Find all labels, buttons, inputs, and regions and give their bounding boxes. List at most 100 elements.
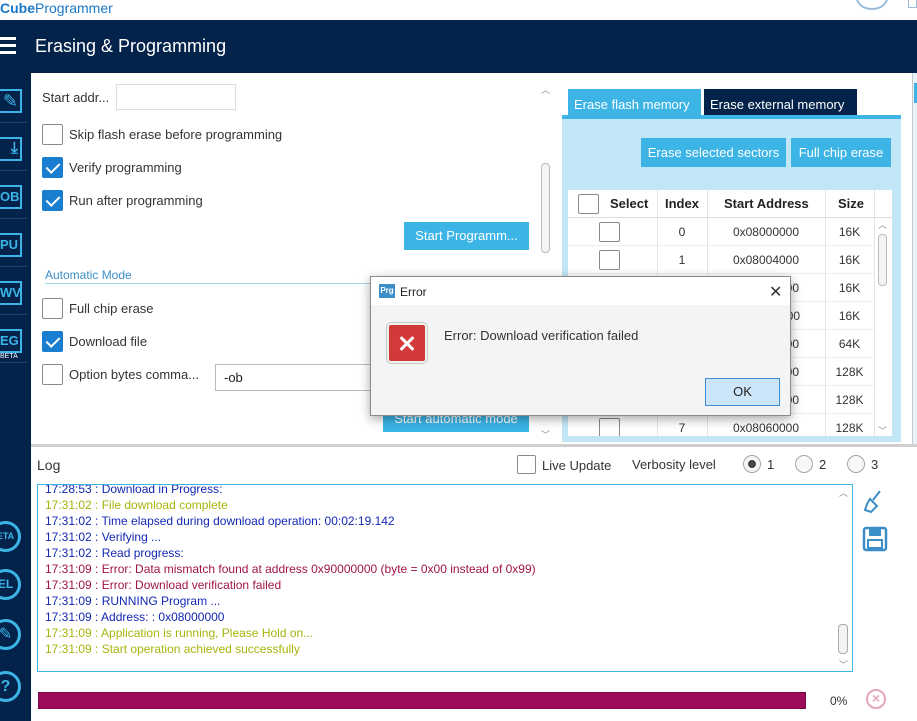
skip-erase-checkbox[interactable] [42, 123, 63, 145]
verify-checkbox[interactable] [42, 156, 63, 178]
save-log-icon[interactable] [862, 526, 888, 552]
verbosity-radio-3[interactable] [847, 455, 865, 473]
right-panel-edge [912, 73, 917, 446]
sidebar-item-registers[interactable]: EG BETA [0, 319, 27, 363]
dialog-title: Error [400, 285, 427, 299]
error-message: Error: Download verification failed [444, 328, 639, 343]
ok-button[interactable]: OK [705, 378, 780, 406]
row-size: 64K [838, 337, 861, 351]
full-chip-erase-button[interactable]: Full chip erase [791, 138, 891, 167]
option-bytes-input[interactable]: -ob [215, 364, 375, 391]
skip-erase-label: Skip flash erase before programming [69, 126, 283, 142]
el-icon[interactable]: EL [0, 569, 21, 600]
log-scrollbar[interactable]: ︿ ﹀ [835, 484, 852, 672]
download-file-checkbox[interactable] [42, 330, 63, 352]
log-title: Log [37, 457, 61, 473]
scroll-up-icon[interactable]: ︿ [541, 83, 550, 96]
skip-erase-option[interactable]: Skip flash erase before programming [42, 123, 282, 145]
app-window: CubeProgrammer Erasing & Programming ✎ ⤓… [0, 0, 917, 721]
row-checkbox[interactable] [599, 418, 620, 436]
log-line: 17:31:02 : Time elapsed during download … [45, 514, 395, 528]
option-bytes-checkbox[interactable] [42, 363, 63, 385]
log-line: 17:28:53 : Download in Progress: [45, 484, 223, 496]
brand-bar: CubeProgrammer [0, 0, 917, 20]
sidebar-item-erasing-programming[interactable]: ⤓ [0, 127, 27, 171]
row-index: 7 [678, 421, 686, 435]
start-programming-button[interactable]: Start Programm... [404, 222, 529, 250]
run-after-checkbox[interactable] [42, 189, 63, 211]
row-size: 128K [835, 421, 864, 435]
cancel-icon[interactable]: × [866, 689, 886, 709]
table-row[interactable]: 7 0x08060000 128K [568, 414, 874, 436]
dialog-titlebar: Prg Error ✕ [371, 277, 790, 305]
tab-erase-flash-memory[interactable]: Erase flash memory [568, 89, 701, 118]
verbosity-option-3: 3 [871, 457, 879, 472]
run-after-option[interactable]: Run after programming [42, 189, 203, 211]
scroll-down-icon[interactable]: ﹀ [839, 658, 848, 671]
clear-log-icon[interactable] [862, 488, 888, 514]
live-update-checkbox[interactable] [517, 455, 536, 474]
row-checkbox[interactable] [599, 222, 620, 242]
row-address: 0x08060000 [732, 421, 800, 435]
help-icon[interactable]: ? [0, 671, 21, 702]
close-icon[interactable]: ✕ [769, 282, 782, 302]
log-output[interactable]: 17:28:53 : Download in Progress: 17:31:0… [37, 484, 853, 672]
table-scrollbar[interactable]: ︿ ﹀ [876, 218, 890, 436]
row-checkbox[interactable] [599, 250, 620, 270]
log-line: 17:31:09 : Application is running, Pleas… [45, 626, 314, 640]
column-start-address: Start Address [724, 196, 809, 211]
sidebar-item-cpu[interactable]: PU [0, 223, 27, 267]
table-row[interactable]: 1 0x08004000 16K [568, 246, 874, 274]
log-line: 17:31:09 : Address: : 0x08000000 [45, 610, 225, 624]
tab-erase-external-memory[interactable]: Erase external memory [704, 89, 857, 118]
log-line: 17:31:09 : RUNNING Program ... [45, 594, 221, 608]
beta-tool-icon[interactable]: ETA [0, 521, 21, 552]
table-header: Select Index Start Address Size [568, 190, 892, 218]
column-size: Size [838, 196, 865, 211]
sidebar-item-swv[interactable]: WV [0, 271, 27, 315]
st-logo-icon [856, 0, 888, 10]
erase-selected-sectors-button[interactable]: Erase selected sectors [641, 138, 786, 167]
run-after-label: Run after programming [69, 192, 203, 208]
ob-icon: OB [0, 185, 22, 209]
key-icon[interactable]: ✎ [0, 619, 21, 650]
pencil-icon: ✎ [0, 89, 22, 113]
row-size: 128K [835, 393, 864, 407]
page-title: Erasing & Programming [35, 36, 227, 56]
scroll-thumb[interactable] [878, 234, 887, 286]
window-control-icon[interactable] [908, 0, 917, 8]
sidebar-item-option-bytes[interactable]: OB [0, 175, 27, 219]
scroll-down-icon[interactable]: ﹀ [541, 428, 550, 441]
beta-badge: BETA [0, 353, 18, 360]
scroll-up-icon[interactable]: ︿ [878, 218, 887, 231]
erase-tabs: Erase flash memory Erase external memory [562, 86, 901, 119]
sidebar: ✎ ⤓ OB PU WV EG BETA ETA EL ✎ ? [0, 73, 31, 721]
select-all-checkbox[interactable] [578, 194, 599, 214]
log-line: 17:31:09 : Error: Data mismatch found at… [45, 562, 536, 576]
table-row[interactable]: 0 0x08000000 16K [568, 218, 874, 246]
verify-option[interactable]: Verify programming [42, 156, 182, 178]
menu-icon[interactable] [0, 37, 16, 55]
start-address-input[interactable] [116, 84, 236, 110]
scroll-thumb[interactable] [541, 163, 550, 253]
verbosity-radio-2[interactable] [795, 455, 813, 473]
verbosity-radio-1[interactable] [743, 455, 761, 473]
scroll-thumb[interactable] [838, 624, 848, 654]
row-index: 1 [678, 253, 686, 267]
row-size: 16K [838, 309, 861, 323]
scroll-down-icon[interactable]: ﹀ [878, 424, 887, 436]
verbosity-label: Verbosity level [632, 457, 716, 472]
row-index: 0 [678, 225, 686, 239]
column-select: Select [610, 196, 649, 211]
log-line: 17:31:02 : Read progress: [45, 546, 184, 560]
download-file-option[interactable]: Download file [42, 330, 147, 352]
log-line: 17:31:09 : Error: Download verification … [45, 578, 282, 592]
full-chip-erase-option[interactable]: Full chip erase [42, 297, 154, 319]
verify-label: Verify programming [69, 159, 182, 175]
option-bytes-option[interactable]: Option bytes comma... [42, 363, 199, 385]
full-chip-erase-checkbox[interactable] [42, 297, 63, 319]
sidebar-item-memory-edit[interactable]: ✎ [0, 79, 27, 123]
full-chip-erase-label: Full chip erase [69, 300, 154, 316]
download-icon: ⤓ [0, 137, 22, 161]
scroll-up-icon[interactable]: ︿ [839, 486, 848, 499]
